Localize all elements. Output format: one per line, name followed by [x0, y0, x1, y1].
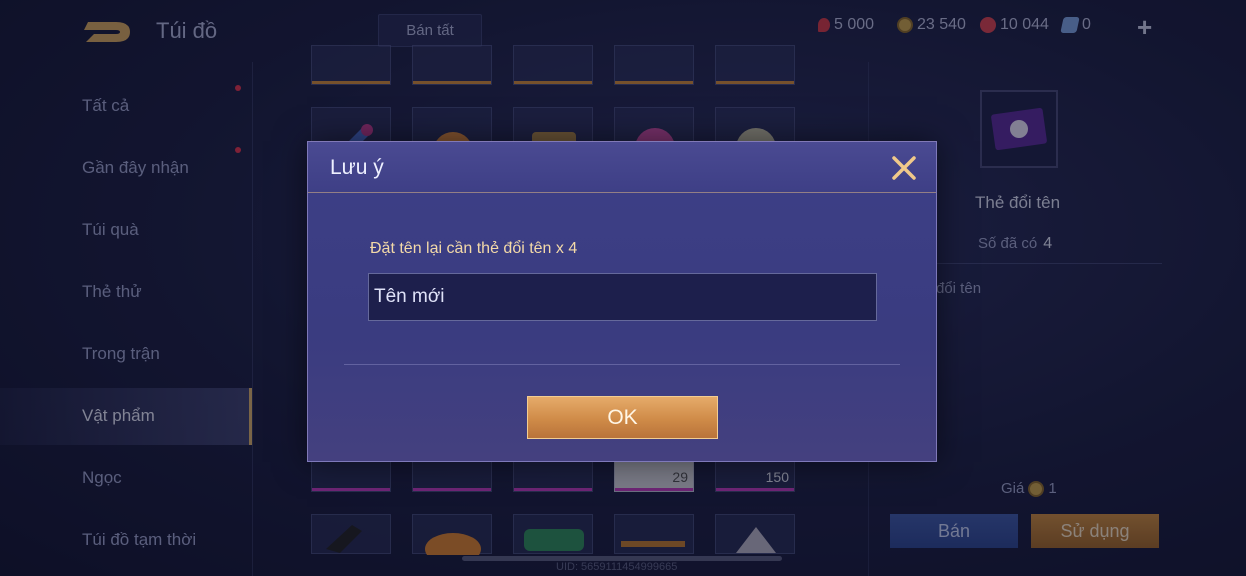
ok-button[interactable]: OK	[527, 396, 718, 439]
dialog-header: Lưu ý	[308, 142, 936, 193]
new-name-input[interactable]	[368, 273, 877, 321]
rename-dialog: Lưu ý Đặt tên lại cần thẻ đổi tên x 4 OK	[307, 141, 937, 462]
dialog-title: Lưu ý	[330, 156, 384, 179]
close-icon[interactable]	[888, 152, 920, 184]
dialog-message: Đặt tên lại cần thẻ đổi tên x 4	[370, 240, 578, 257]
dialog-divider	[344, 364, 900, 365]
